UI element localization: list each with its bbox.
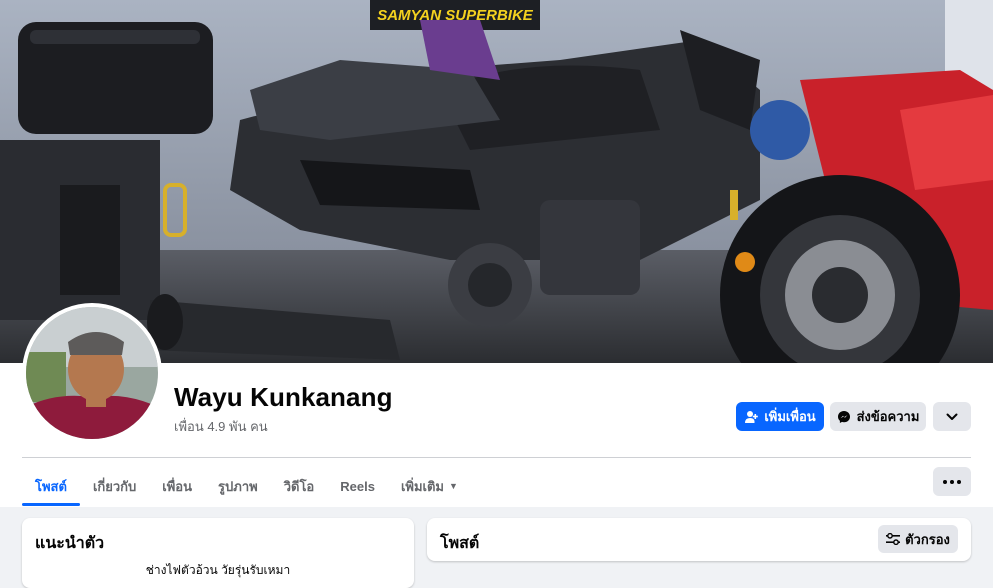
motorcycle-cover-image: SAMYAN SUPERBIKE xyxy=(0,0,993,363)
tab-reels[interactable]: Reels xyxy=(327,466,388,506)
tab-label: Reels xyxy=(340,478,375,494)
tab-friends[interactable]: เพื่อน xyxy=(149,466,205,506)
add-friend-label: เพิ่มเพื่อน xyxy=(764,409,816,424)
caret-down-icon: ▼ xyxy=(449,481,458,491)
messenger-icon xyxy=(837,410,850,423)
message-label: ส่งข้อความ xyxy=(856,409,920,424)
tab-label: เพื่อน xyxy=(162,478,193,494)
tab-label: โพสต์ xyxy=(35,478,67,494)
tab-label: วิดีโอ xyxy=(283,478,315,494)
filter-icon xyxy=(886,533,901,545)
tab-more[interactable]: เพิ่มเติม ▼ xyxy=(388,466,471,506)
avatar-photo xyxy=(26,307,158,439)
dot-icon xyxy=(950,479,954,484)
tab-about[interactable]: เกี่ยวกับ xyxy=(80,466,149,506)
message-button[interactable]: ส่งข้อความ xyxy=(830,402,926,431)
dot-icon xyxy=(943,479,947,484)
posts-title: โพสต์ xyxy=(440,535,480,552)
posts-card: โพสต์ ตัวกรอง xyxy=(427,518,971,561)
intro-card: แนะนำตัว ช่างไฟตัวอ้วน วัยรุ่นรับเหมา xyxy=(22,518,414,588)
add-friend-button[interactable]: เพิ่มเพื่อน xyxy=(736,402,824,431)
intro-bio: ช่างไฟตัวอ้วน วัยรุ่นรับเหมา xyxy=(145,563,291,577)
intro-title: แนะนำตัว xyxy=(35,535,105,552)
tab-photos[interactable]: รูปภาพ xyxy=(205,466,271,506)
tab-label: เกี่ยวกับ xyxy=(92,478,137,494)
tabs-more-button[interactable] xyxy=(933,467,971,496)
header-divider xyxy=(22,457,971,458)
filter-label: ตัวกรอง xyxy=(905,531,950,547)
profile-tabs: โพสต์ เกี่ยวกับ เพื่อน รูปภาพ วิดีโอ Ree… xyxy=(22,466,471,506)
tab-label: เพิ่มเติม xyxy=(400,478,444,494)
tab-posts[interactable]: โพสต์ xyxy=(22,466,80,506)
cover-photo[interactable]: SAMYAN SUPERBIKE xyxy=(0,0,993,363)
chevron-down-icon xyxy=(946,413,958,420)
add-friend-icon xyxy=(745,410,759,423)
filter-button[interactable]: ตัวกรอง xyxy=(878,525,958,553)
tab-videos[interactable]: วิดีโอ xyxy=(271,466,328,506)
profile-more-button[interactable] xyxy=(933,402,971,431)
profile-name: Wayu Kunkanang xyxy=(174,382,393,412)
dot-icon xyxy=(957,479,961,484)
tab-label: รูปภาพ xyxy=(218,478,258,494)
friends-count[interactable]: เพื่อน 4.9 พัน คน xyxy=(174,416,268,437)
profile-avatar[interactable] xyxy=(22,303,162,443)
